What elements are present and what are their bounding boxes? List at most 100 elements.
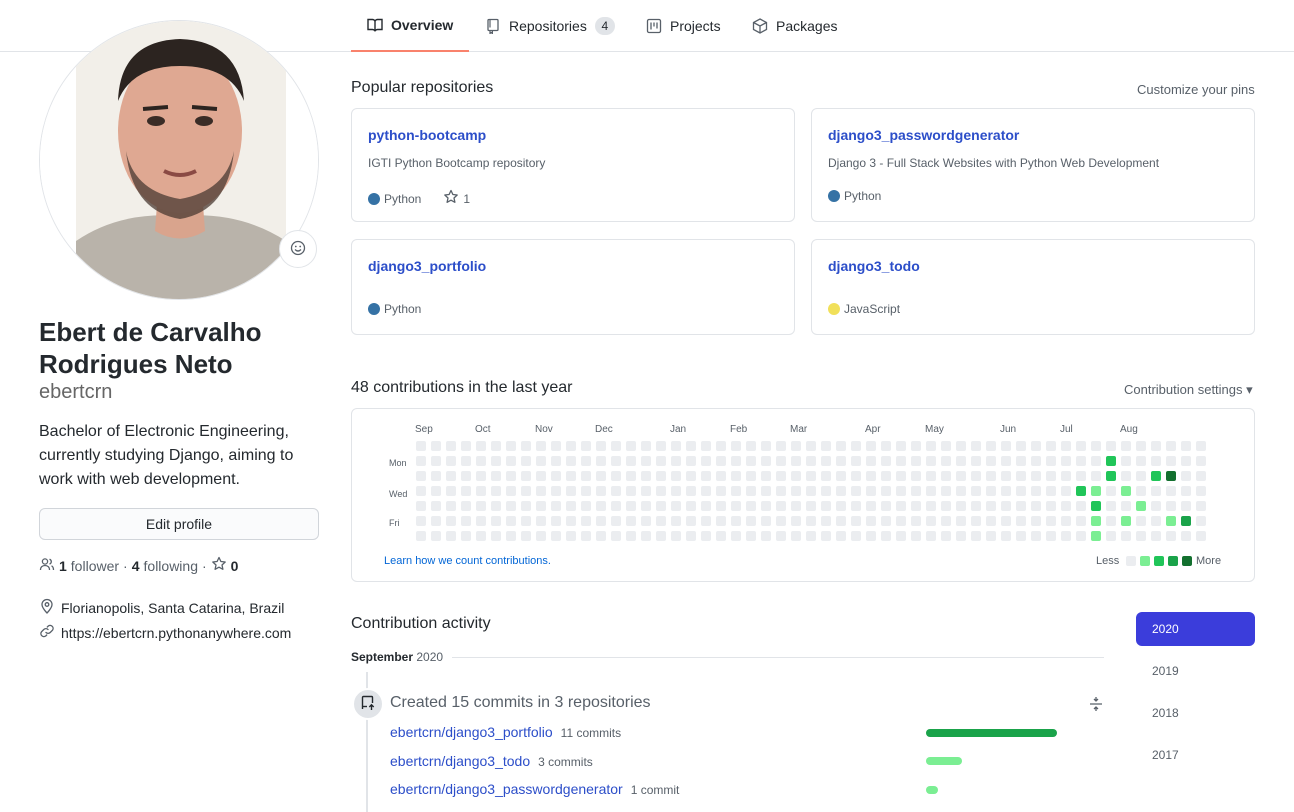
contribution-day[interactable] xyxy=(986,531,996,541)
contribution-day[interactable] xyxy=(1076,456,1086,466)
contribution-day[interactable] xyxy=(416,486,426,496)
contribution-day[interactable] xyxy=(1151,516,1161,526)
contribution-day[interactable] xyxy=(461,441,471,451)
contribution-day[interactable] xyxy=(806,531,816,541)
contribution-day[interactable] xyxy=(941,456,951,466)
contribution-day[interactable] xyxy=(1136,531,1146,541)
learn-contributions-link[interactable]: Learn how we count contributions. xyxy=(384,555,551,567)
contribution-day[interactable] xyxy=(881,456,891,466)
contribution-day[interactable] xyxy=(446,471,456,481)
contribution-day[interactable] xyxy=(536,531,546,541)
contribution-day[interactable] xyxy=(1121,471,1131,481)
contribution-day[interactable] xyxy=(551,486,561,496)
contribution-day[interactable] xyxy=(731,501,741,511)
contribution-day[interactable] xyxy=(596,486,606,496)
contribution-day[interactable] xyxy=(626,486,636,496)
contribution-day[interactable] xyxy=(776,516,786,526)
contribution-day[interactable] xyxy=(1046,531,1056,541)
contribution-day[interactable] xyxy=(836,501,846,511)
contribution-day[interactable] xyxy=(686,501,696,511)
contribution-day[interactable] xyxy=(536,501,546,511)
contribution-day[interactable] xyxy=(491,501,501,511)
contribution-day[interactable] xyxy=(1181,441,1191,451)
contribution-day[interactable] xyxy=(536,471,546,481)
contribution-day[interactable] xyxy=(746,486,756,496)
contribution-day[interactable] xyxy=(701,471,711,481)
contribution-day[interactable] xyxy=(701,501,711,511)
contribution-day[interactable] xyxy=(1001,441,1011,451)
contribution-day[interactable] xyxy=(446,486,456,496)
contribution-day[interactable] xyxy=(941,486,951,496)
contribution-day[interactable] xyxy=(431,486,441,496)
year-button-2017[interactable]: 2017 xyxy=(1136,738,1255,772)
contribution-day[interactable] xyxy=(986,486,996,496)
contribution-day[interactable] xyxy=(701,456,711,466)
contribution-day[interactable] xyxy=(671,441,681,451)
contribution-day[interactable] xyxy=(611,531,621,541)
contribution-day[interactable] xyxy=(641,441,651,451)
contribution-day[interactable] xyxy=(551,501,561,511)
contribution-day[interactable] xyxy=(896,486,906,496)
contribution-day[interactable] xyxy=(521,531,531,541)
contribution-day[interactable] xyxy=(641,471,651,481)
contribution-day[interactable] xyxy=(776,501,786,511)
contribution-day[interactable] xyxy=(941,471,951,481)
contribution-day[interactable] xyxy=(506,471,516,481)
contribution-day[interactable] xyxy=(446,441,456,451)
contribution-day[interactable] xyxy=(641,531,651,541)
contribution-day[interactable] xyxy=(776,441,786,451)
contribution-day[interactable] xyxy=(461,531,471,541)
contribution-day[interactable] xyxy=(686,516,696,526)
commit-repo-link[interactable]: ebertcrn/django3_portfolio xyxy=(390,724,553,740)
contribution-day[interactable] xyxy=(1106,486,1116,496)
contribution-day[interactable] xyxy=(431,501,441,511)
contribution-day[interactable] xyxy=(806,441,816,451)
contribution-day[interactable] xyxy=(611,501,621,511)
contribution-day[interactable] xyxy=(1001,516,1011,526)
contribution-day[interactable] xyxy=(1196,456,1206,466)
contribution-day[interactable] xyxy=(1061,501,1071,511)
contribution-day[interactable] xyxy=(926,486,936,496)
contribution-day[interactable] xyxy=(716,456,726,466)
contribution-day[interactable] xyxy=(1136,501,1146,511)
contribution-day[interactable] xyxy=(1061,486,1071,496)
pinned-repo-name[interactable]: django3_passwordgenerator xyxy=(828,127,1019,143)
contribution-day[interactable] xyxy=(1061,471,1071,481)
contribution-day[interactable] xyxy=(461,486,471,496)
contribution-day[interactable] xyxy=(746,501,756,511)
contribution-day[interactable] xyxy=(1001,486,1011,496)
contribution-day[interactable] xyxy=(641,516,651,526)
contribution-day[interactable] xyxy=(1121,531,1131,541)
contribution-day[interactable] xyxy=(1001,471,1011,481)
contribution-day[interactable] xyxy=(1016,486,1026,496)
contribution-day[interactable] xyxy=(506,531,516,541)
contribution-day[interactable] xyxy=(1031,441,1041,451)
contribution-day[interactable] xyxy=(1016,456,1026,466)
contribution-day[interactable] xyxy=(911,456,921,466)
contribution-day[interactable] xyxy=(671,516,681,526)
contribution-day[interactable] xyxy=(716,516,726,526)
contribution-day[interactable] xyxy=(1166,441,1176,451)
contribution-day[interactable] xyxy=(881,531,891,541)
contribution-day[interactable] xyxy=(551,471,561,481)
contribution-day[interactable] xyxy=(731,516,741,526)
contribution-day[interactable] xyxy=(581,471,591,481)
set-status-button[interactable] xyxy=(279,230,317,268)
contribution-day[interactable] xyxy=(911,516,921,526)
contribution-day[interactable] xyxy=(656,486,666,496)
contribution-day[interactable] xyxy=(1016,501,1026,511)
profile-website[interactable]: https://ebertcrn.pythonanywhere.com xyxy=(39,623,291,642)
contribution-day[interactable] xyxy=(1181,486,1191,496)
contribution-day[interactable] xyxy=(596,456,606,466)
contribution-day[interactable] xyxy=(551,516,561,526)
contribution-day[interactable] xyxy=(1196,501,1206,511)
contribution-day[interactable] xyxy=(926,471,936,481)
contribution-day[interactable] xyxy=(836,441,846,451)
contribution-day[interactable] xyxy=(866,441,876,451)
contribution-day[interactable] xyxy=(1076,501,1086,511)
contribution-day[interactable] xyxy=(926,531,936,541)
contribution-day[interactable] xyxy=(1121,501,1131,511)
contribution-day[interactable] xyxy=(611,456,621,466)
contribution-day[interactable] xyxy=(791,501,801,511)
contribution-day[interactable] xyxy=(1061,531,1071,541)
